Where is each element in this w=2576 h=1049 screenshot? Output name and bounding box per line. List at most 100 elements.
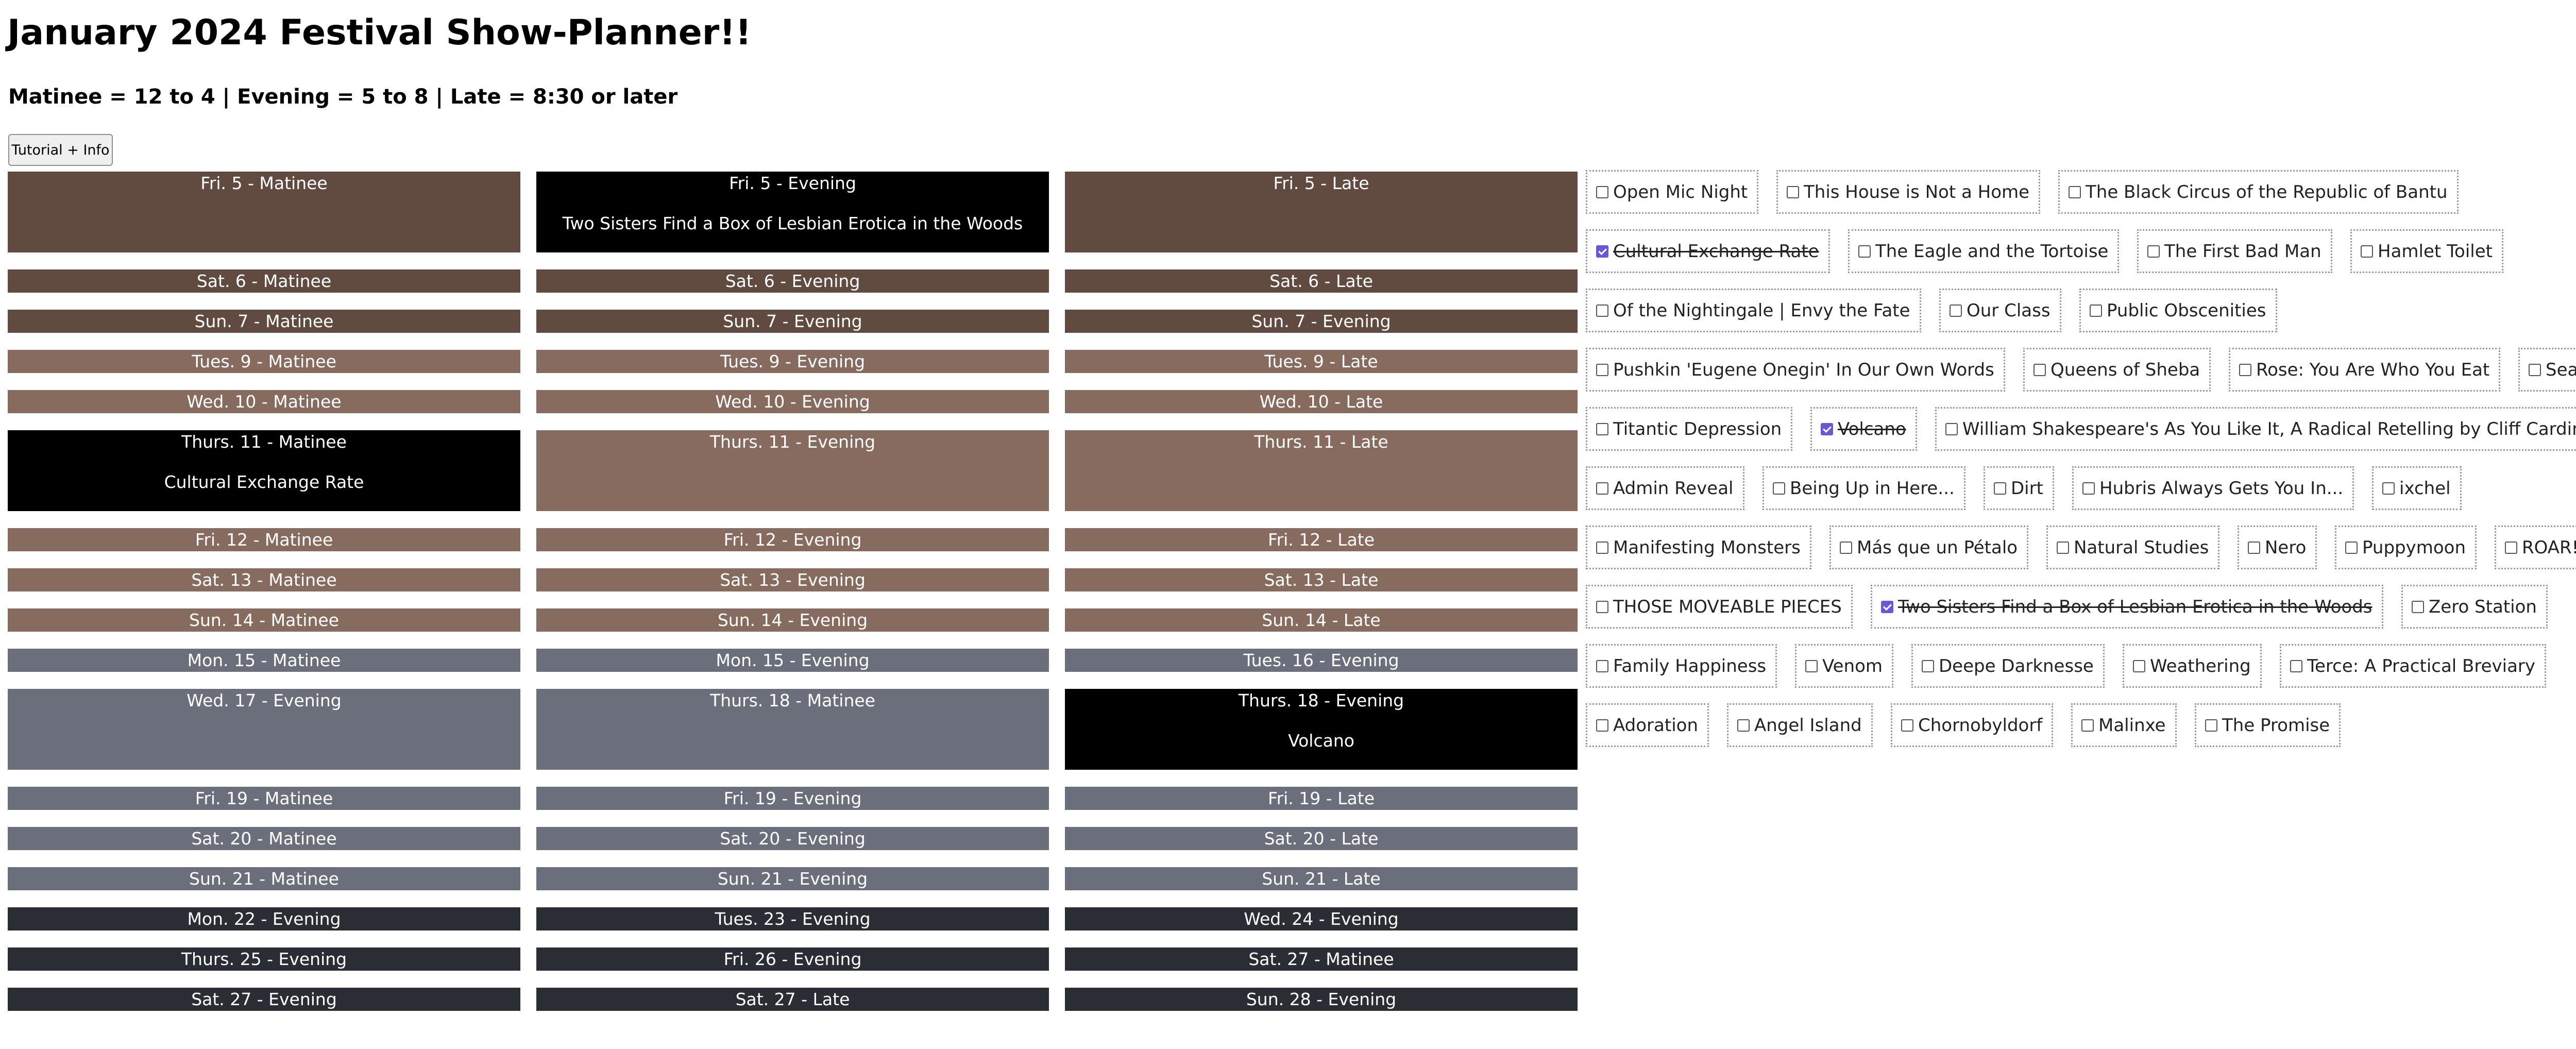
schedule-slot[interactable]: Sat. 27 - Matinee bbox=[1065, 948, 1578, 971]
schedule-slot[interactable]: Fri. 12 - Late bbox=[1065, 528, 1578, 551]
schedule-slot[interactable]: Sun. 28 - Evening bbox=[1065, 988, 1578, 1011]
schedule-slot[interactable]: Sun. 21 - Matinee bbox=[8, 867, 520, 890]
show-option[interactable]: Queens of Sheba bbox=[2023, 348, 2211, 392]
show-option[interactable]: Manifesting Monsters bbox=[1586, 526, 1811, 569]
show-checkbox[interactable] bbox=[1596, 482, 1608, 495]
schedule-slot[interactable]: Tues. 9 - Late bbox=[1065, 350, 1578, 373]
show-option[interactable]: Family Happiness bbox=[1586, 644, 1777, 688]
schedule-slot[interactable]: Wed. 10 - Evening bbox=[536, 390, 1049, 413]
show-option[interactable]: Hamlet Toilet bbox=[2350, 229, 2503, 273]
schedule-slot[interactable]: Fri. 12 - Evening bbox=[536, 528, 1049, 551]
schedule-slot[interactable]: Wed. 10 - Matinee bbox=[8, 390, 520, 413]
show-checkbox[interactable] bbox=[1596, 304, 1608, 317]
show-checkbox[interactable] bbox=[2248, 541, 2260, 554]
show-checkbox[interactable] bbox=[2239, 363, 2251, 376]
schedule-slot[interactable]: Sat. 20 - Matinee bbox=[8, 827, 520, 850]
show-option[interactable]: Search Party bbox=[2518, 348, 2576, 392]
schedule-slot[interactable]: Tues. 23 - Evening bbox=[536, 907, 1049, 930]
show-checkbox[interactable] bbox=[2529, 363, 2541, 376]
show-option[interactable]: This House is Not a Home bbox=[1776, 170, 2040, 214]
show-checkbox[interactable] bbox=[2090, 304, 2102, 317]
show-checkbox[interactable] bbox=[1773, 482, 1785, 495]
schedule-slot[interactable]: Mon. 15 - Matinee bbox=[8, 649, 520, 672]
show-checkbox[interactable] bbox=[2205, 719, 2217, 732]
schedule-slot[interactable]: Tues. 16 - Evening bbox=[1065, 649, 1578, 672]
schedule-slot[interactable]: Sun. 14 - Late bbox=[1065, 608, 1578, 632]
show-checkbox[interactable] bbox=[1945, 422, 1958, 435]
show-option[interactable]: Malinxe bbox=[2071, 703, 2177, 747]
show-checkbox[interactable] bbox=[1596, 600, 1608, 613]
show-checkbox[interactable] bbox=[1901, 719, 1913, 732]
show-checkbox[interactable] bbox=[2082, 482, 2095, 495]
show-checkbox[interactable] bbox=[1596, 245, 1608, 258]
schedule-slot[interactable]: Fri. 5 - Late bbox=[1065, 172, 1578, 252]
schedule-slot[interactable]: Sat. 13 - Evening bbox=[536, 568, 1049, 591]
show-option[interactable]: Pushkin 'Eugene Onegin' In Our Own Words bbox=[1586, 348, 2005, 392]
schedule-slot[interactable]: Sat. 20 - Evening bbox=[536, 827, 1049, 850]
show-option[interactable]: Titantic Depression bbox=[1586, 407, 1792, 451]
show-checkbox[interactable] bbox=[2505, 541, 2517, 554]
show-checkbox[interactable] bbox=[2345, 541, 2358, 554]
show-checkbox[interactable] bbox=[2133, 659, 2145, 672]
show-option[interactable]: The First Bad Man bbox=[2137, 229, 2332, 273]
schedule-slot[interactable]: Fri. 19 - Matinee bbox=[8, 787, 520, 810]
schedule-slot[interactable]: Sun. 21 - Evening bbox=[536, 867, 1049, 890]
show-option[interactable]: Public Obscenities bbox=[2079, 289, 2277, 332]
show-checkbox[interactable] bbox=[2290, 659, 2302, 672]
show-option[interactable]: Of the Nightingale | Envy the Fate bbox=[1586, 289, 1921, 332]
show-checkbox[interactable] bbox=[2057, 541, 2069, 554]
schedule-slot[interactable]: Fri. 12 - Matinee bbox=[8, 528, 520, 551]
schedule-slot[interactable]: Sat. 27 - Late bbox=[536, 988, 1049, 1011]
schedule-slot[interactable]: Tues. 9 - Evening bbox=[536, 350, 1049, 373]
schedule-slot[interactable]: Wed. 10 - Late bbox=[1065, 390, 1578, 413]
show-option[interactable]: Chornobyldorf bbox=[1891, 703, 2053, 747]
show-checkbox[interactable] bbox=[1840, 541, 1852, 554]
schedule-slot[interactable]: Mon. 22 - Evening bbox=[8, 907, 520, 930]
show-checkbox[interactable] bbox=[1596, 422, 1608, 435]
tutorial-info-button[interactable]: Tutorial + Info bbox=[8, 134, 113, 166]
schedule-slot[interactable]: Sat. 13 - Matinee bbox=[8, 568, 520, 591]
show-checkbox[interactable] bbox=[2412, 600, 2424, 613]
schedule-slot[interactable]: Thurs. 18 - Matinee bbox=[536, 689, 1049, 770]
schedule-slot[interactable]: Tues. 9 - Matinee bbox=[8, 350, 520, 373]
show-option[interactable]: Venom bbox=[1795, 644, 1893, 688]
show-checkbox[interactable] bbox=[1922, 659, 1934, 672]
show-option[interactable]: Zero Station bbox=[2401, 585, 2548, 629]
show-checkbox[interactable] bbox=[1596, 659, 1608, 672]
schedule-slot[interactable]: Sun. 21 - Late bbox=[1065, 867, 1578, 890]
show-option[interactable]: The Eagle and the Tortoise bbox=[1848, 229, 2119, 273]
show-checkbox[interactable] bbox=[2081, 719, 2094, 732]
show-option[interactable]: Volcano bbox=[1810, 407, 1917, 451]
schedule-slot[interactable]: Thurs. 11 - Evening bbox=[536, 430, 1049, 511]
schedule-slot[interactable]: Sun. 7 - Evening bbox=[536, 310, 1049, 333]
show-checkbox[interactable] bbox=[1805, 659, 1818, 672]
show-option[interactable]: Más que un Pétalo bbox=[1829, 526, 2028, 569]
schedule-slot[interactable]: Sat. 6 - Late bbox=[1065, 269, 1578, 293]
show-option[interactable]: Puppymoon bbox=[2335, 526, 2477, 569]
show-option[interactable]: Weathering bbox=[2123, 644, 2262, 688]
schedule-slot[interactable]: Fri. 19 - Late bbox=[1065, 787, 1578, 810]
show-checkbox[interactable] bbox=[1596, 719, 1608, 732]
show-checkbox[interactable] bbox=[1994, 482, 2006, 495]
show-option[interactable]: The Black Circus of the Republic of Bant… bbox=[2058, 170, 2459, 214]
show-option[interactable]: Cultural Exchange Rate bbox=[1586, 229, 1830, 273]
schedule-slot[interactable]: Thurs. 18 - Evening Volcano bbox=[1065, 689, 1578, 770]
show-checkbox[interactable] bbox=[1596, 185, 1608, 198]
show-checkbox[interactable] bbox=[1596, 541, 1608, 554]
schedule-slot[interactable]: Sun. 7 - Evening bbox=[1065, 310, 1578, 333]
schedule-slot[interactable]: Sat. 13 - Late bbox=[1065, 568, 1578, 591]
show-checkbox[interactable] bbox=[1950, 304, 1962, 317]
show-checkbox[interactable] bbox=[1787, 185, 1799, 198]
schedule-slot[interactable]: Sun. 14 - Evening bbox=[536, 608, 1049, 632]
show-checkbox[interactable] bbox=[1737, 719, 1750, 732]
show-checkbox[interactable] bbox=[2033, 363, 2046, 376]
schedule-slot[interactable]: Mon. 15 - Evening bbox=[536, 649, 1049, 672]
show-option[interactable]: Our Class bbox=[1939, 289, 2061, 332]
show-option[interactable]: Admin Reveal bbox=[1586, 466, 1744, 510]
schedule-slot[interactable]: Thurs. 25 - Evening bbox=[8, 948, 520, 971]
schedule-slot[interactable]: Thurs. 11 - Matinee Cultural Exchange Rat… bbox=[8, 430, 520, 511]
show-checkbox[interactable] bbox=[1858, 245, 1871, 258]
schedule-slot[interactable]: Fri. 5 - Evening Two Sisters Find a Box o… bbox=[536, 172, 1049, 252]
show-option[interactable]: ixchel bbox=[2372, 466, 2462, 510]
show-option[interactable]: Two Sisters Find a Box of Lesbian Erotic… bbox=[1871, 585, 2383, 629]
